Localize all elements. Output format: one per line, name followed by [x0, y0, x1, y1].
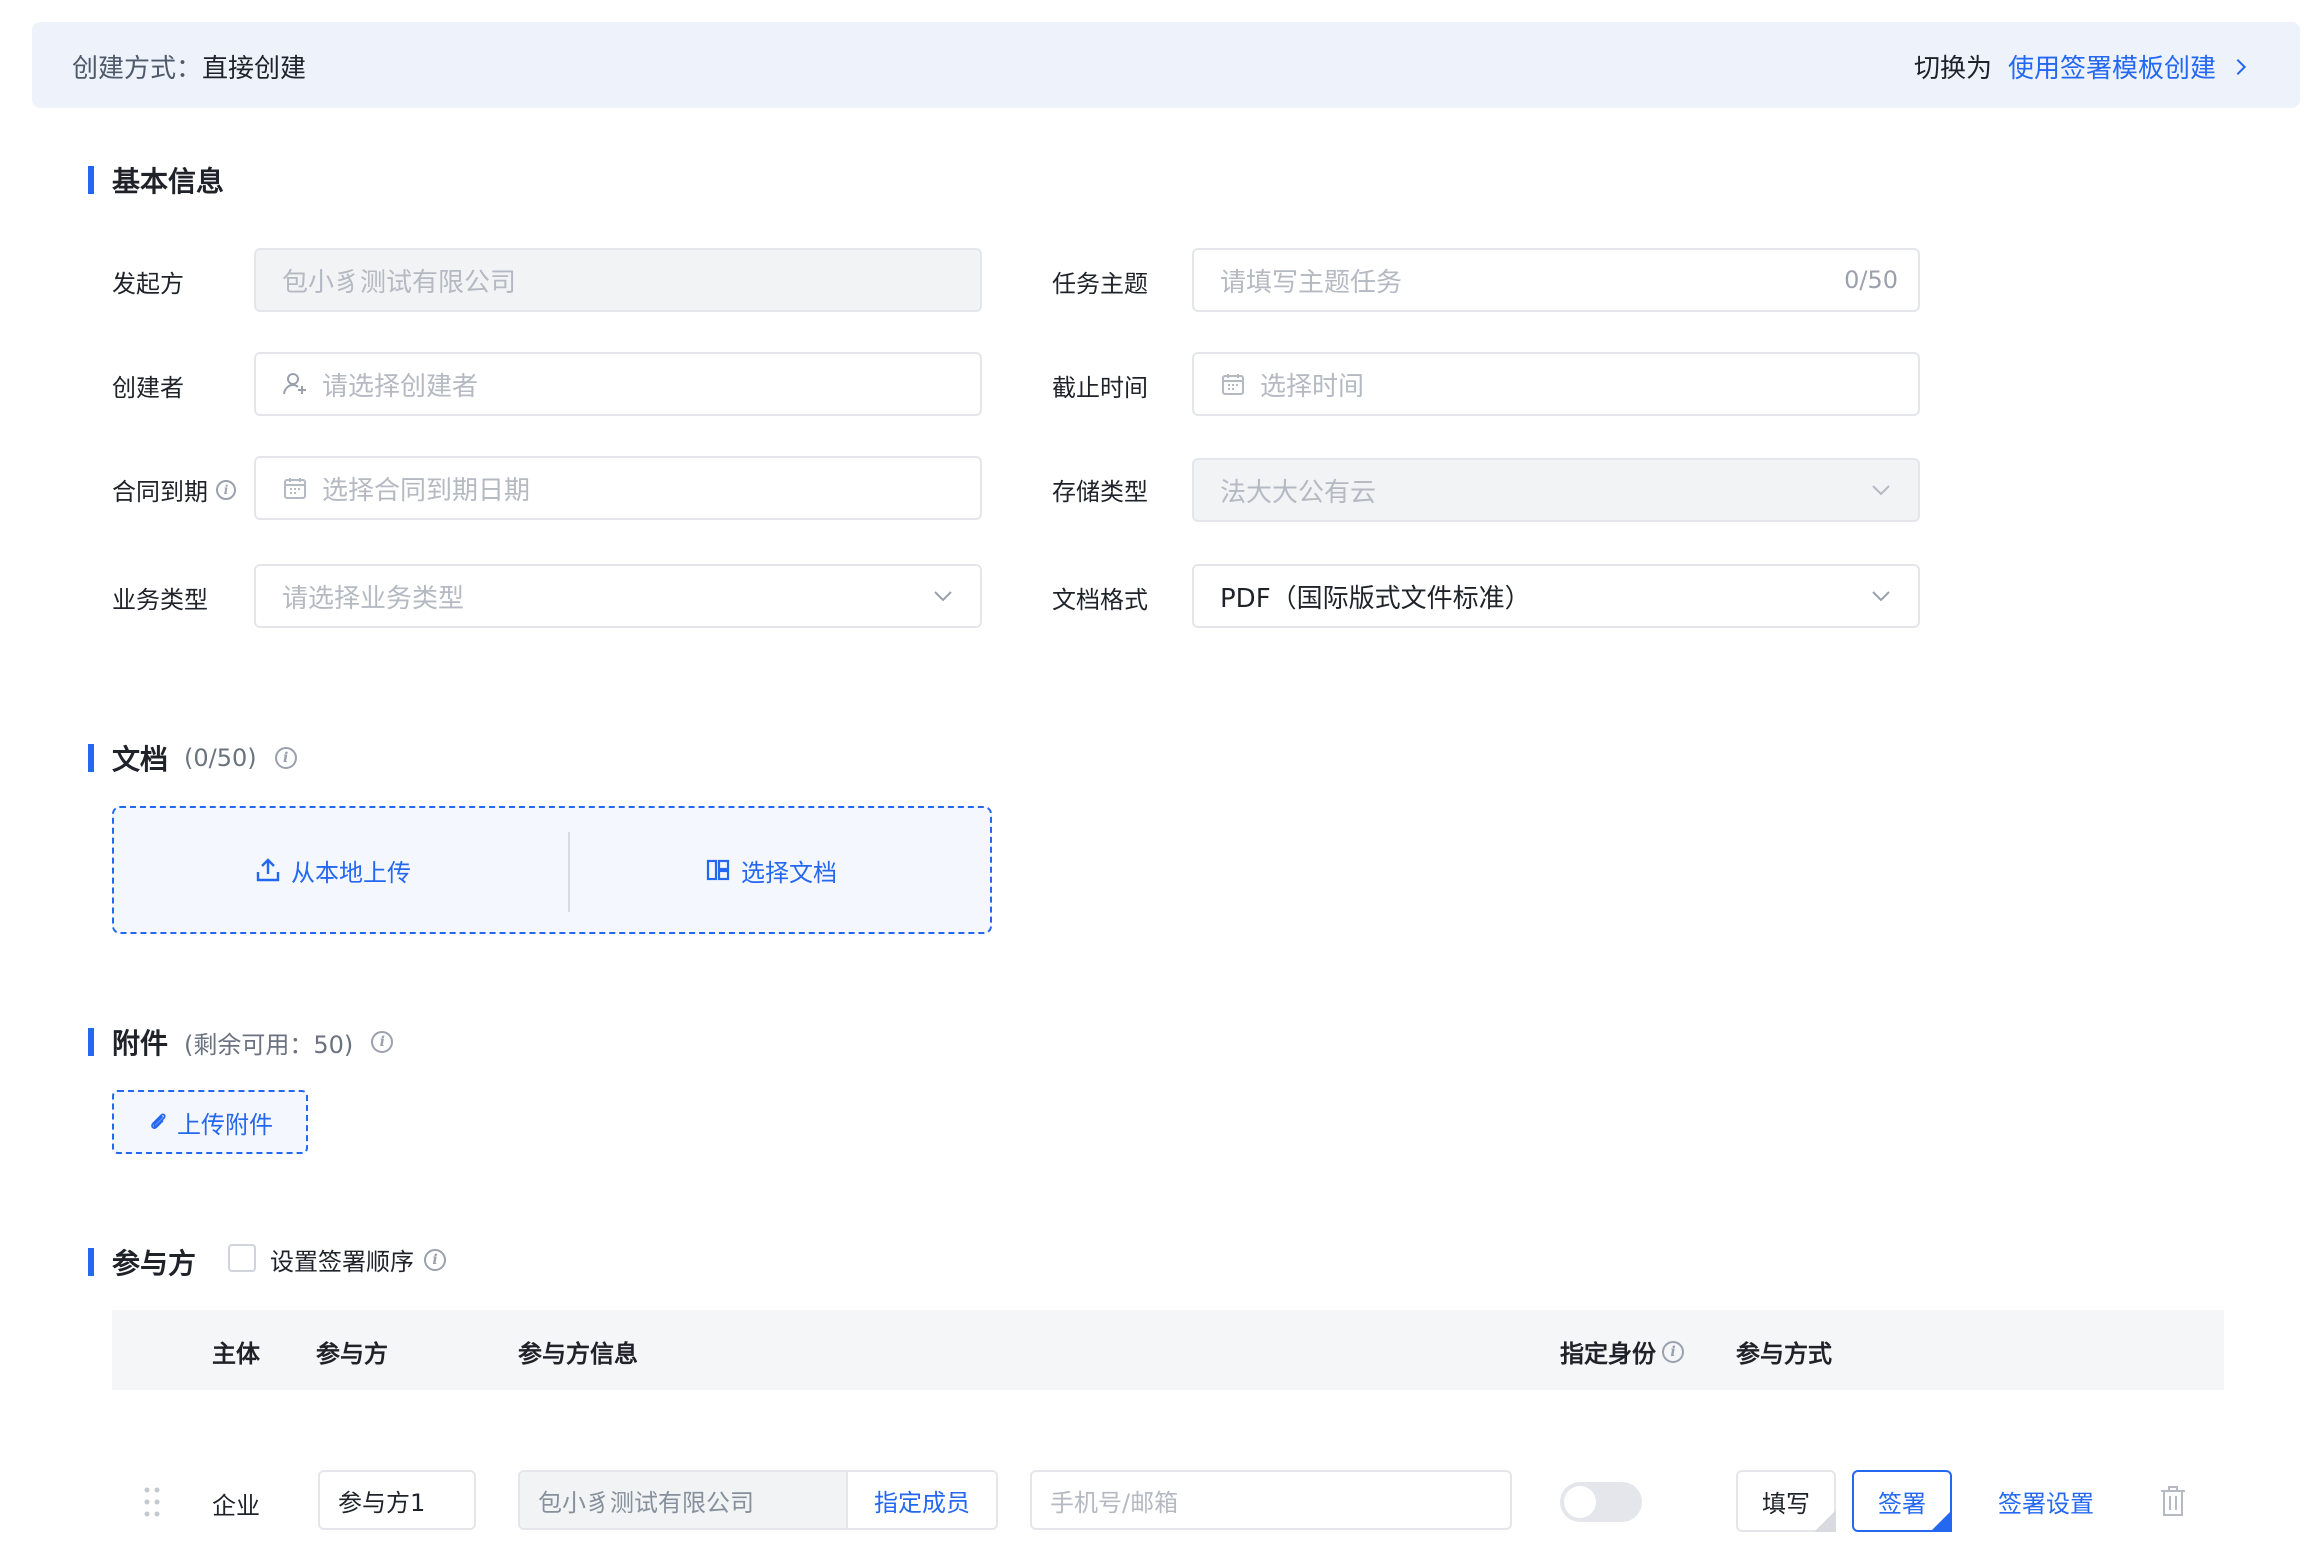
chevron-down-icon — [934, 591, 952, 602]
subject-placeholder: 请填写主题任务 — [1220, 267, 1403, 298]
add-user-icon — [283, 373, 306, 395]
upload-local-button[interactable]: 从本地上传 — [114, 853, 552, 888]
deadline-placeholder: 选择时间 — [1260, 371, 1365, 402]
toggle-knob — [1564, 1486, 1596, 1518]
assign-member-button[interactable]: 指定成员 — [846, 1472, 996, 1528]
col-party-info: 参与方信息 — [518, 1340, 638, 1368]
sign-mode-button[interactable]: 签署 — [1852, 1470, 1952, 1532]
fill-mode-label: 填写 — [1762, 1489, 1810, 1518]
section-participants: 参与方 — [88, 1242, 196, 1282]
info-icon[interactable]: i — [371, 1031, 394, 1053]
contact-input[interactable]: 手机号/邮箱 — [1030, 1470, 1512, 1530]
selected-check-icon — [1930, 1510, 1952, 1532]
calendar-icon — [1222, 374, 1244, 395]
col-method: 参与方式 — [1736, 1340, 1832, 1368]
sign-settings-link[interactable]: 签署设置 — [1998, 1484, 2094, 1519]
expiry-label: 合同到期 — [112, 478, 208, 506]
creator-label: 创建者 — [112, 374, 184, 402]
identity-toggle[interactable] — [1560, 1482, 1642, 1522]
doc-format-label: 文档格式 — [1052, 586, 1148, 614]
col-identity-label: 指定身份 — [1560, 1340, 1656, 1368]
biz-type-placeholder: 请选择业务类型 — [282, 583, 465, 614]
info-icon[interactable]: i — [216, 479, 236, 500]
initiator-value: 包小豸测试有限公司 — [282, 267, 517, 298]
choose-document-button[interactable]: 选择文档 — [552, 853, 990, 888]
section-marker — [88, 744, 94, 772]
signing-order-checkbox[interactable] — [228, 1244, 256, 1272]
corner-mark — [1814, 1510, 1836, 1532]
create-mode-bar: 创建方式：直接创建 切换为 使用签署模板创建 — [32, 22, 2300, 108]
upload-icon — [256, 858, 280, 882]
attachments-remaining: (剩余可用：50) — [184, 1030, 354, 1059]
signing-order-label-wrap: 设置签署顺序 i — [270, 1242, 446, 1277]
create-mode: 创建方式：直接创建 — [72, 48, 306, 85]
col-subject: 主体 — [212, 1340, 260, 1368]
section-basic-info: 基本信息 — [88, 160, 224, 200]
switch-prefix: 切换为 — [1913, 54, 1992, 84]
participants-table-header: 主体 参与方 参与方信息 指定身份 i 参与方式 — [112, 1310, 2224, 1390]
creator-select[interactable]: 请选择创建者 — [254, 352, 982, 416]
sign-mode-label: 签署 — [1878, 1489, 1926, 1518]
doc-format-value: PDF（国际版式文件标准） — [1220, 583, 1531, 614]
col-identity: 指定身份 i — [1560, 1334, 1684, 1369]
create-mode-label: 创建方式： — [72, 54, 203, 84]
doc-format-select[interactable]: PDF（国际版式文件标准） — [1192, 564, 1920, 628]
contact-placeholder: 手机号/邮箱 — [1050, 1488, 1179, 1517]
trash-icon[interactable] — [2158, 1484, 2188, 1518]
fill-mode-button[interactable]: 填写 — [1736, 1470, 1836, 1532]
party-org-value: 包小豸测试有限公司 — [520, 1472, 846, 1528]
storage-label: 存储类型 — [1052, 478, 1148, 506]
chevron-down-icon — [1872, 485, 1890, 496]
section-attachments-title: 附件 — [112, 1027, 169, 1060]
expiry-date-picker[interactable]: 选择合同到期日期 — [254, 456, 982, 520]
section-marker — [88, 166, 94, 194]
document-library-icon — [706, 859, 730, 881]
deadline-picker[interactable]: 选择时间 — [1192, 352, 1920, 416]
use-template-link[interactable]: 使用签署模板创建 — [2008, 48, 2216, 85]
section-basic-info-title: 基本信息 — [112, 165, 225, 198]
creator-placeholder: 请选择创建者 — [322, 371, 479, 402]
divider — [568, 832, 570, 912]
subject-label: 任务主题 — [1052, 270, 1148, 298]
upload-attachment-label: 上传附件 — [177, 1110, 273, 1139]
storage-select: 法大大公有云 — [1192, 458, 1920, 522]
upload-local-label: 从本地上传 — [291, 858, 411, 887]
expiry-placeholder: 选择合同到期日期 — [322, 475, 531, 506]
deadline-label: 截止时间 — [1052, 374, 1148, 402]
drag-handle-icon[interactable] — [140, 1484, 164, 1520]
party-name-value: 参与方1 — [338, 1488, 426, 1517]
section-marker — [88, 1028, 94, 1056]
section-documents: 文档 (0/50) i — [88, 738, 297, 778]
party-name-input[interactable]: 参与方1 — [318, 1470, 476, 1530]
info-icon[interactable]: i — [274, 747, 297, 769]
section-documents-title: 文档 — [112, 743, 169, 776]
party-org-field: 包小豸测试有限公司 指定成员 — [518, 1470, 998, 1530]
expiry-label-wrap: 合同到期 i — [112, 472, 236, 507]
initiator-field: 包小豸测试有限公司 — [254, 248, 982, 312]
row-subject: 企业 — [212, 1492, 260, 1520]
create-mode-value: 直接创建 — [202, 54, 307, 84]
subject-input[interactable]: 请填写主题任务 0/50 — [1192, 248, 1920, 312]
biz-type-label: 业务类型 — [112, 586, 208, 614]
biz-type-select[interactable]: 请选择业务类型 — [254, 564, 982, 628]
documents-count: (0/50) — [184, 744, 257, 772]
storage-value: 法大大公有云 — [1220, 477, 1377, 508]
choose-document-label: 选择文档 — [741, 858, 837, 887]
chevron-right-icon[interactable] — [2230, 56, 2252, 78]
upload-attachment-button[interactable]: 上传附件 — [112, 1090, 308, 1154]
section-attachments: 附件 (剩余可用：50) i — [88, 1022, 394, 1062]
document-upload-area: 从本地上传 选择文档 — [112, 806, 992, 934]
section-marker — [88, 1248, 94, 1276]
signing-order-label: 设置签署顺序 — [270, 1248, 414, 1276]
switch-mode: 切换为 使用签署模板创建 — [1914, 48, 2252, 85]
info-icon[interactable]: i — [424, 1248, 446, 1271]
initiator-label: 发起方 — [112, 270, 184, 298]
chevron-down-icon — [1872, 591, 1890, 602]
paperclip-icon — [151, 1113, 166, 1129]
info-icon[interactable]: i — [1662, 1340, 1684, 1363]
section-participants-title: 参与方 — [112, 1247, 197, 1280]
col-party: 参与方 — [316, 1340, 388, 1368]
calendar-icon — [284, 478, 306, 499]
subject-char-count: 0/50 — [1844, 266, 1898, 294]
